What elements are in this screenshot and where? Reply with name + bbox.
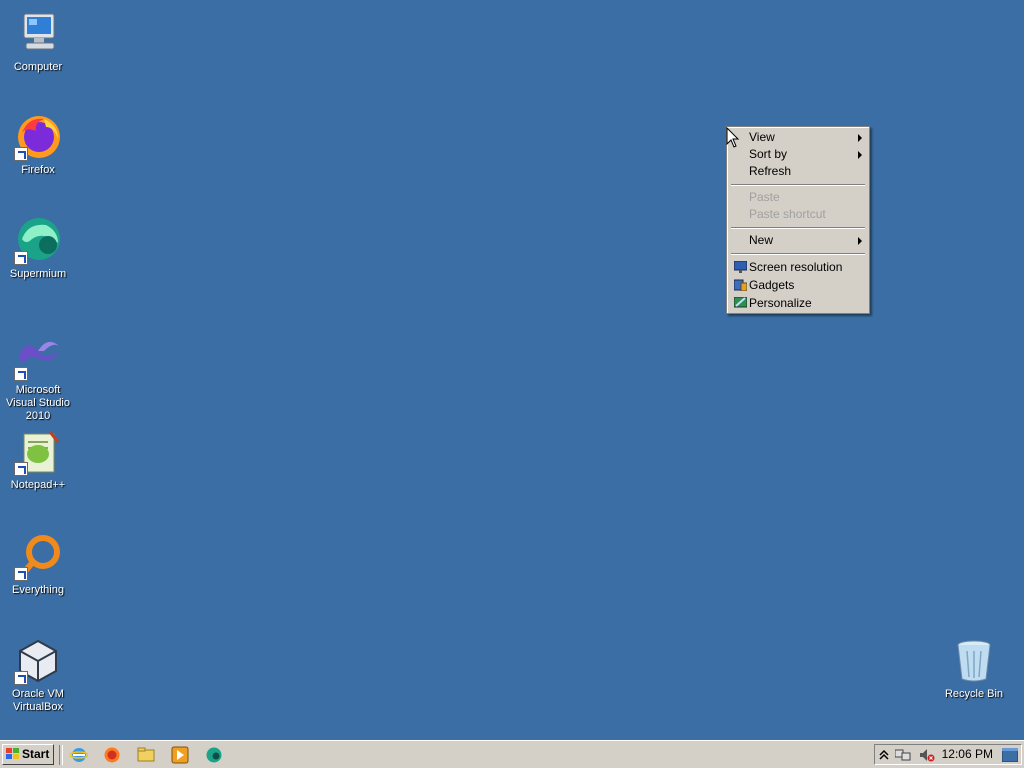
menu-separator [731,253,865,255]
menu-item-paste-shortcut[interactable]: Paste shortcut [729,206,867,223]
menu-separator [731,227,865,229]
desktop-icon-label: Supermium [9,268,67,280]
desktop-context-menu: View Sort by Refresh Paste Paste shortcu… [726,126,870,314]
menu-item-refresh[interactable]: Refresh [729,163,867,180]
visual-studio-icon [14,333,62,381]
recycle-bin-icon [950,637,998,685]
desktop-icon-label: Firefox [21,164,55,176]
media-player-icon[interactable] [171,746,189,764]
submenu-arrow-icon [858,134,862,142]
mouse-cursor-icon [726,127,740,148]
desktop-icon-label: Recycle Bin [944,688,1004,700]
shortcut-arrow-icon [14,567,28,581]
desktop-icon-notepadpp[interactable]: Notepad++ [0,428,76,492]
shortcut-arrow-icon [14,462,28,476]
volume-muted-icon[interactable] [919,748,935,762]
show-desktop-icon[interactable] [1002,748,1018,762]
shortcut-arrow-icon [14,671,28,685]
menu-item-view[interactable]: View [729,129,867,146]
desktop-icon-computer[interactable]: Computer [0,10,76,74]
desktop-icon-label: Computer [13,61,63,73]
network-icon[interactable] [895,748,911,762]
display-icon [734,261,747,273]
firefox-icon [14,113,62,161]
desktop-icon-visual-studio[interactable]: Microsoft Visual Studio 2010 [0,333,76,423]
clock[interactable]: 12:06 PM [942,745,993,764]
submenu-arrow-icon [858,237,862,245]
start-button[interactable]: Start [2,744,54,765]
shortcut-arrow-icon [14,147,28,161]
notepadpp-icon [14,428,62,476]
desktop-icon-virtualbox[interactable]: Oracle VM VirtualBox [0,637,76,714]
virtualbox-icon [14,637,62,685]
taskbar: Start 12:06 PM [0,740,1024,768]
desktop-icon-recycle-bin[interactable]: Recycle Bin [936,637,1012,701]
show-hidden-icons-icon[interactable] [879,749,889,761]
desktop-icon-firefox[interactable]: Firefox [0,113,76,177]
desktop-icon-supermium[interactable]: Supermium [0,217,76,281]
explorer-icon[interactable] [137,746,155,764]
menu-item-paste[interactable]: Paste [729,189,867,206]
supermium-icon [14,217,62,265]
menu-item-personalize[interactable]: Personalize [729,295,867,312]
desktop[interactable]: Computer Firefox Supermium Microsoft Vis… [0,0,1024,740]
desktop-icon-label: Everything [12,584,64,596]
computer-icon [14,10,62,58]
shortcut-arrow-icon [14,251,28,265]
everything-icon [14,533,62,581]
menu-item-new[interactable]: New [729,232,867,249]
shortcut-arrow-icon [14,367,28,381]
firefox-icon[interactable] [103,746,121,764]
desktop-icon-label: Microsoft Visual Studio 2010 [5,384,70,422]
menu-item-screen-resolution[interactable]: Screen resolution [729,259,867,276]
menu-item-gadgets[interactable]: Gadgets [729,277,867,294]
submenu-arrow-icon [858,151,862,159]
personalize-icon [734,297,747,308]
desktop-icon-everything[interactable]: Everything [0,533,76,597]
ie-icon[interactable] [70,746,88,764]
menu-separator [731,184,865,186]
system-tray: 12:06 PM [874,744,1022,765]
desktop-icon-label: Oracle VM VirtualBox [12,688,64,713]
quick-launch-separator [59,745,63,765]
desktop-icon-label: Notepad++ [10,479,66,491]
menu-item-sort-by[interactable]: Sort by [729,146,867,163]
gadgets-icon [734,279,747,291]
supermium-icon[interactable] [205,746,223,764]
windows-flag-icon [6,748,19,759]
